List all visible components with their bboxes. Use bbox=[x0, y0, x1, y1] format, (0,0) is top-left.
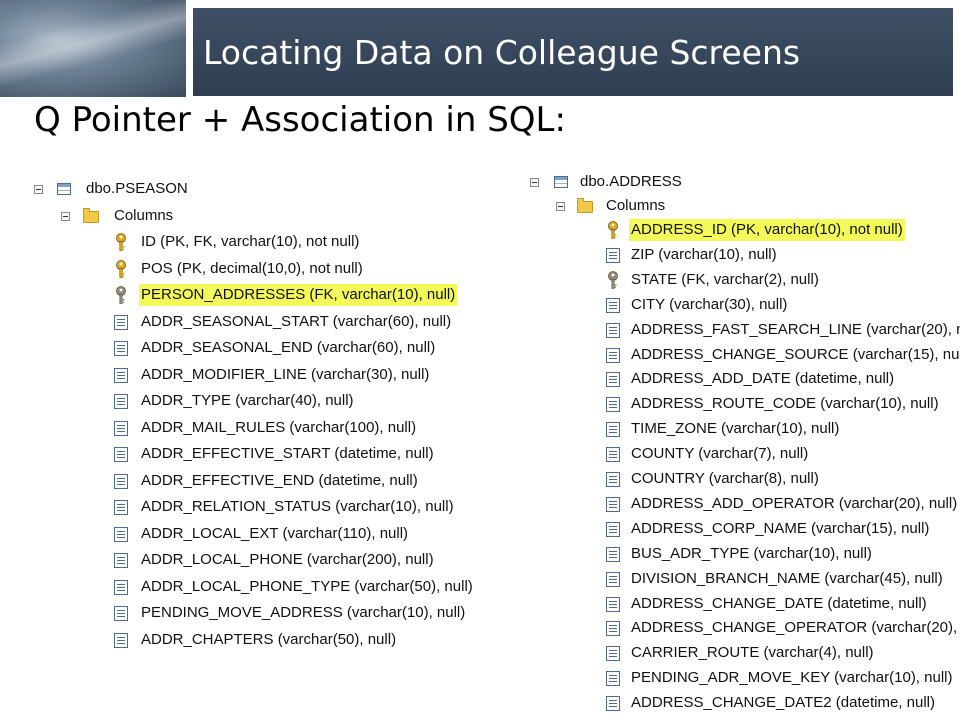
folder-label: Columns bbox=[114, 207, 174, 224]
column-icon bbox=[114, 500, 128, 515]
column-label: CITY (varchar(30), null) bbox=[631, 295, 788, 313]
table-icon bbox=[554, 176, 568, 188]
collapse-icon[interactable] bbox=[34, 185, 43, 194]
column-label: ADDRESS_ADD_DATE (datetime, null) bbox=[631, 370, 895, 388]
column-label: ADDRESS_FAST_SEARCH_LINE (varchar(20), n bbox=[631, 320, 960, 338]
column-icon bbox=[114, 341, 128, 356]
column-label: ADDRESS_CHANGE_DATE (datetime, null) bbox=[631, 594, 927, 612]
column-label: ADDR_MODIFIER_LINE (varchar(30), null) bbox=[141, 365, 430, 383]
column-icon bbox=[114, 473, 128, 489]
column-icon bbox=[606, 347, 620, 363]
column-icon bbox=[606, 621, 620, 637]
slide-title: Locating Data on Colleague Screens bbox=[203, 33, 801, 72]
column-label: TIME_ZONE (varchar(10), null) bbox=[631, 420, 840, 438]
folder-icon bbox=[577, 198, 593, 213]
column-label: POS (PK, decimal(10,0), not null) bbox=[141, 259, 363, 277]
column-label: ADDRESS_ADD_OPERATOR (varchar(20), null) bbox=[631, 494, 958, 512]
decorative-image bbox=[0, 0, 186, 97]
column-label: ADDR_RELATION_STATUS (varchar(10), null) bbox=[141, 498, 454, 515]
column-icon bbox=[606, 322, 620, 338]
collapse-icon[interactable] bbox=[556, 202, 565, 211]
column-icon bbox=[114, 579, 128, 595]
folder-icon bbox=[83, 208, 99, 223]
column-icon bbox=[606, 496, 620, 512]
column-icon bbox=[114, 314, 128, 330]
foreign-key-icon bbox=[607, 270, 619, 289]
column-label: COUNTRY (varchar(8), null) bbox=[631, 470, 819, 487]
column-label: ADDRESS_ROUTE_CODE (varchar(10), null) bbox=[631, 395, 939, 413]
column-label: PENDING_MOVE_ADDRESS (varchar(10), null) bbox=[141, 604, 466, 621]
table-name: dbo.PSEASON bbox=[86, 180, 188, 197]
column-icon bbox=[606, 447, 620, 463]
folder-label: Columns bbox=[606, 197, 666, 214]
column-label: ADDR_SEASONAL_START (varchar(60), null) bbox=[141, 312, 452, 330]
column-label: ADDR_LOCAL_PHONE (varchar(200), null) bbox=[141, 551, 434, 568]
column-icon bbox=[606, 472, 620, 487]
column-label: ADDRESS_CORP_NAME (varchar(15), null) bbox=[631, 519, 930, 537]
column-label: ADDR_MAIL_RULES (varchar(100), null) bbox=[141, 418, 417, 436]
column-icon bbox=[114, 632, 128, 648]
column-icon bbox=[114, 394, 128, 409]
foreign-key-icon bbox=[115, 286, 127, 304]
column-label: ADDRESS_CHANGE_SOURCE (varchar(15), nu bbox=[631, 345, 960, 363]
table-name: dbo.ADDRESS bbox=[580, 173, 682, 190]
column-icon bbox=[114, 553, 128, 568]
column-label: ADDR_SEASONAL_END (varchar(60), null) bbox=[141, 339, 436, 356]
column-label: PERSON_ADDRESSES (FK, varchar(10), null) bbox=[139, 284, 458, 306]
column-label: COUNTY (varchar(7), null) bbox=[631, 445, 809, 463]
collapse-icon[interactable] bbox=[61, 212, 70, 221]
column-icon bbox=[606, 546, 620, 562]
collapse-icon[interactable] bbox=[530, 178, 539, 187]
column-icon bbox=[606, 646, 620, 662]
column-icon bbox=[606, 297, 620, 313]
primary-key-icon bbox=[607, 221, 619, 239]
column-label: ADDRESS_ID (PK, varchar(10), not null) bbox=[629, 219, 905, 241]
column-icon bbox=[114, 420, 128, 436]
column-icon bbox=[606, 696, 620, 712]
column-icon bbox=[606, 671, 620, 687]
column-label: ADDR_CHAPTERS (varchar(50), null) bbox=[141, 630, 397, 648]
table-icon bbox=[57, 183, 71, 195]
column-label: ADDRESS_CHANGE_OPERATOR (varchar(20), bbox=[631, 619, 958, 637]
column-icon bbox=[114, 367, 128, 383]
column-label: ADDR_EFFECTIVE_START (datetime, null) bbox=[141, 445, 434, 462]
column-icon bbox=[606, 571, 620, 587]
column-label: ADDRESS_CHANGE_DATE2 (datetime, null) bbox=[631, 694, 935, 712]
column-label: ID (PK, FK, varchar(10), not null) bbox=[141, 233, 360, 250]
column-icon bbox=[606, 596, 620, 612]
primary-key-icon bbox=[115, 259, 127, 278]
column-label: ADDR_LOCAL_PHONE_TYPE (varchar(50), null… bbox=[141, 577, 473, 595]
column-label: PENDING_ADR_MOVE_KEY (varchar(10), null) bbox=[631, 669, 953, 687]
column-icon bbox=[606, 422, 620, 438]
column-icon bbox=[606, 397, 620, 413]
column-icon bbox=[606, 521, 620, 537]
column-icon bbox=[114, 526, 128, 542]
column-label: ADDR_EFFECTIVE_END (datetime, null) bbox=[141, 471, 418, 489]
column-label: BUS_ADR_TYPE (varchar(10), null) bbox=[631, 544, 872, 562]
column-icon bbox=[606, 247, 620, 263]
column-label: CARRIER_ROUTE (varchar(4), null) bbox=[631, 644, 874, 662]
column-icon bbox=[114, 447, 128, 462]
column-label: STATE (FK, varchar(2), null) bbox=[631, 270, 819, 288]
column-label: ADDR_LOCAL_EXT (varchar(110), null) bbox=[141, 524, 409, 542]
column-label: ADDR_TYPE (varchar(40), null) bbox=[141, 392, 354, 409]
column-label: ZIP (varchar(10), null) bbox=[631, 245, 777, 263]
column-label: DIVISION_BRANCH_NAME (varchar(45), null) bbox=[631, 569, 943, 587]
slide-subtitle: Q Pointer + Association in SQL: bbox=[34, 100, 566, 140]
primary-key-icon bbox=[115, 233, 127, 251]
column-icon bbox=[606, 372, 620, 388]
column-icon bbox=[114, 606, 128, 621]
